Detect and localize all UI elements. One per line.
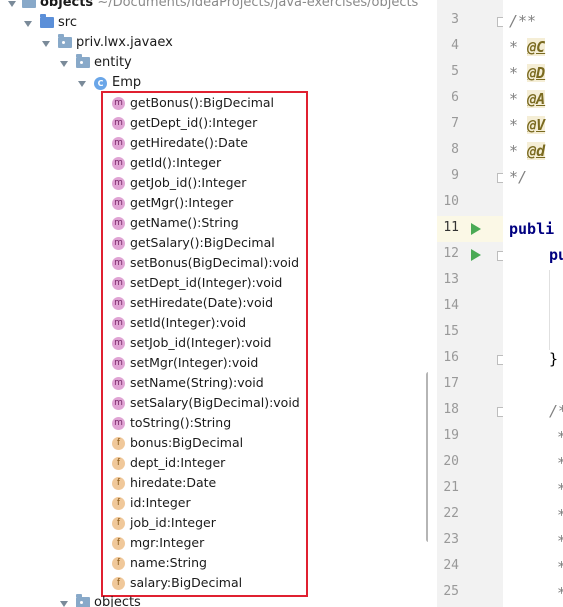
code-line-3: /** bbox=[509, 12, 537, 30]
tree-package-row[interactable]: priv.lwx.javaex bbox=[0, 34, 428, 54]
line-number: 11 bbox=[443, 220, 459, 235]
line-number: 8 bbox=[451, 142, 459, 157]
objects-label: objects bbox=[94, 595, 141, 607]
code-line-9: */ bbox=[509, 168, 528, 186]
chevron-down-icon[interactable] bbox=[8, 1, 16, 7]
chevron-down-icon[interactable] bbox=[24, 21, 32, 27]
root-project-name: objects bbox=[40, 0, 94, 10]
line-number: 17 bbox=[443, 376, 459, 391]
tree-root-row[interactable]: objects ~/Documents/IdeaProjects/java-ex… bbox=[0, 0, 428, 14]
code-line-22: * bbox=[557, 506, 563, 524]
run-class-icon[interactable] bbox=[471, 223, 481, 235]
line-number: 12 bbox=[443, 246, 459, 261]
line-number: 14 bbox=[443, 298, 459, 313]
project-panel: objects ~/Documents/IdeaProjects/java-ex… bbox=[0, 0, 428, 607]
line-number: 10 bbox=[443, 194, 459, 209]
code-line-8: * @d bbox=[509, 142, 546, 160]
line-number: 24 bbox=[443, 558, 459, 573]
indent-guide bbox=[549, 270, 550, 350]
tree-objects-row[interactable]: objects bbox=[0, 594, 428, 607]
line-number: 22 bbox=[443, 506, 459, 521]
code-line-16: } bbox=[549, 350, 559, 368]
code-line-21: * bbox=[557, 480, 563, 498]
line-number: 9 bbox=[451, 168, 459, 183]
code-line-5: * @D bbox=[509, 64, 546, 82]
code-line-12: pu bbox=[549, 246, 563, 264]
src-label: src bbox=[58, 15, 77, 30]
line-number: 18 bbox=[443, 402, 459, 417]
annotation-highlight-box bbox=[101, 91, 308, 597]
line-number: 21 bbox=[443, 480, 459, 495]
run-method-icon[interactable] bbox=[471, 249, 481, 261]
code-line-24: * bbox=[557, 558, 563, 576]
root-project-path: ~/Documents/IdeaProjects/java-exercises/… bbox=[97, 0, 419, 10]
line-number: 25 bbox=[443, 584, 459, 599]
code-line-11: publi bbox=[509, 220, 555, 238]
code-line-19: * bbox=[557, 428, 563, 446]
entity-label: entity bbox=[94, 55, 132, 70]
source-folder-icon bbox=[40, 14, 54, 28]
tree-entity-row[interactable]: entity bbox=[0, 54, 428, 74]
code-line-4: * @C bbox=[509, 38, 546, 56]
code-editor[interactable]: /** * @C * @D * @A * @V * @d */ publi pu… bbox=[503, 0, 563, 607]
line-number: 13 bbox=[443, 272, 459, 287]
chevron-down-icon[interactable] bbox=[78, 81, 86, 87]
line-number: 3 bbox=[451, 12, 459, 27]
line-number: 20 bbox=[443, 454, 459, 469]
folder-icon bbox=[22, 0, 36, 8]
line-number: 16 bbox=[443, 350, 459, 365]
line-number: 6 bbox=[451, 90, 459, 105]
line-number: 19 bbox=[443, 428, 459, 443]
class-icon: C bbox=[94, 77, 107, 90]
class-label: Emp bbox=[112, 75, 142, 90]
line-number: 4 bbox=[451, 38, 459, 53]
tree-scrollbar[interactable] bbox=[426, 372, 428, 542]
package-label: priv.lwx.javaex bbox=[76, 35, 173, 50]
line-number: 15 bbox=[443, 324, 459, 339]
code-line-6: * @A bbox=[509, 90, 546, 108]
code-line-23: * bbox=[557, 532, 563, 550]
line-number: 23 bbox=[443, 532, 459, 547]
package-icon bbox=[76, 54, 90, 68]
line-number: 7 bbox=[451, 116, 459, 131]
package-icon bbox=[58, 34, 72, 48]
code-line-20: * bbox=[557, 454, 563, 472]
code-line-25: * bbox=[557, 584, 563, 602]
chevron-down-icon[interactable] bbox=[60, 601, 68, 607]
chevron-down-icon[interactable] bbox=[42, 41, 50, 47]
chevron-down-icon[interactable] bbox=[60, 61, 68, 67]
tree-src-row[interactable]: src bbox=[0, 14, 428, 34]
code-line-18: /* bbox=[549, 402, 563, 420]
package-icon bbox=[76, 594, 90, 607]
line-number: 5 bbox=[451, 64, 459, 79]
code-line-7: * @V bbox=[509, 116, 546, 134]
